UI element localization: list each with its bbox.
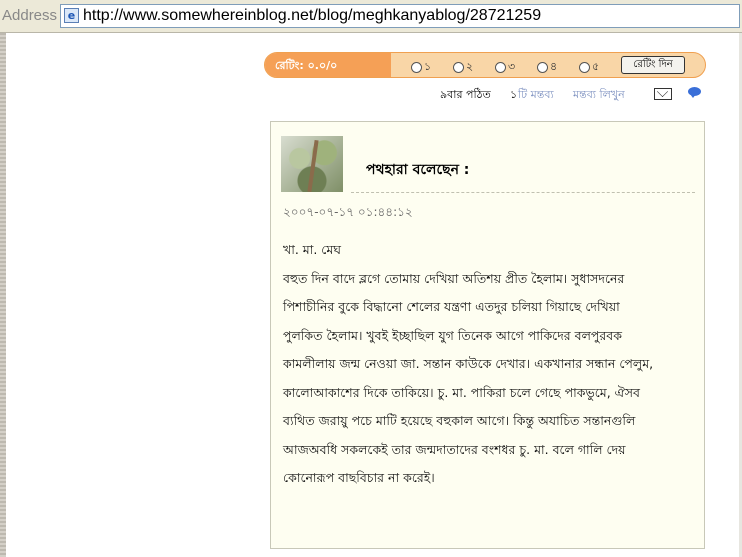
rate-button[interactable]: রেটিং দিন [621, 56, 685, 74]
comment-author: পথহারা বলেছেন : [366, 162, 470, 178]
comment-body: খা. মা. মেঘ বহুত দিন বাদে ব্লগে তোমায় দ… [283, 236, 697, 493]
comment-line: ব্যথিত জরায়ু পচে মাটি হয়েছে বহুকাল আগে… [283, 413, 636, 428]
comment-line: কালোআকাশের দিকে তাকিয়ে। চু. মা. পাকিরা … [283, 384, 640, 400]
radio-icon[interactable] [495, 61, 506, 73]
left-frame-strip [0, 33, 6, 557]
radio-icon[interactable] [579, 61, 590, 73]
comment-line: পিশাচীনির বুকে বিদ্ধানো শেলের যন্ত্রণা এ… [283, 299, 620, 314]
write-comment-link[interactable]: মন্তব্য লিখুন [573, 86, 625, 105]
comment-line: কোনোরূপ বাছবিচার না করেই। [283, 470, 435, 485]
rating-option-1[interactable]: ১ [411, 58, 431, 77]
comment-count-number: ১ [510, 88, 518, 101]
rating-label: রেটিং: ০.০/০ [275, 59, 338, 72]
rating-pill: রেটিং: ০.০/০ [265, 53, 391, 77]
rating-option-5[interactable]: ৫ [579, 58, 599, 77]
radio-icon[interactable] [411, 61, 422, 73]
address-bar: Address e http://www.somewhereinblog.net… [0, 0, 742, 33]
comment-line: আজঅবধি সকলকেই তার জন্মদাতাদের বংশধর চু. … [283, 441, 626, 457]
avatar[interactable] [281, 136, 343, 192]
page-icon: e [64, 8, 79, 23]
divider [351, 192, 695, 193]
rating-option-4[interactable]: ৪ [537, 58, 557, 77]
address-label: Address [2, 7, 58, 24]
radio-icon[interactable] [537, 61, 548, 73]
comment-line: বহুত দিন বাদে ব্লগে তোমায় দেখিয়া অতিশয… [283, 270, 625, 286]
mail-icon[interactable] [654, 88, 672, 100]
chat-icon[interactable] [688, 87, 701, 98]
comment-line: কামলীলায় জন্ম নেওয়া জা. সন্তান কাউকে দ… [283, 356, 654, 371]
radio-icon[interactable] [453, 61, 464, 73]
read-count: ৯বার পঠিত [440, 88, 491, 101]
rating-bar: রেটিং: ০.০/০ ১ ২ ৩ ৪ ৫ রেটিং দিন [264, 52, 706, 78]
comment-card: পথহারা বলেছেন : ২০০৭-০৭-১৭ ০১:৪৪:১২ খা. … [270, 121, 705, 549]
comment-count-link[interactable]: টি মন্তব্য [518, 86, 554, 105]
rating-option-2[interactable]: ২ [453, 58, 473, 77]
comment-line: পুলকিত হৈলাম। খুবই ইচ্ছাছিল যুগ তিনেক আগ… [283, 327, 622, 343]
rating-option-3[interactable]: ৩ [495, 58, 515, 77]
comment-line: খা. মা. মেঘ [283, 242, 342, 257]
comment-timestamp: ২০০৭-০৭-১৭ ০১:৪৪:১২ [283, 205, 413, 219]
address-input[interactable]: e http://www.somewhereinblog.net/blog/me… [60, 4, 740, 28]
address-url[interactable]: http://www.somewhereinblog.net/blog/megh… [83, 7, 541, 25]
